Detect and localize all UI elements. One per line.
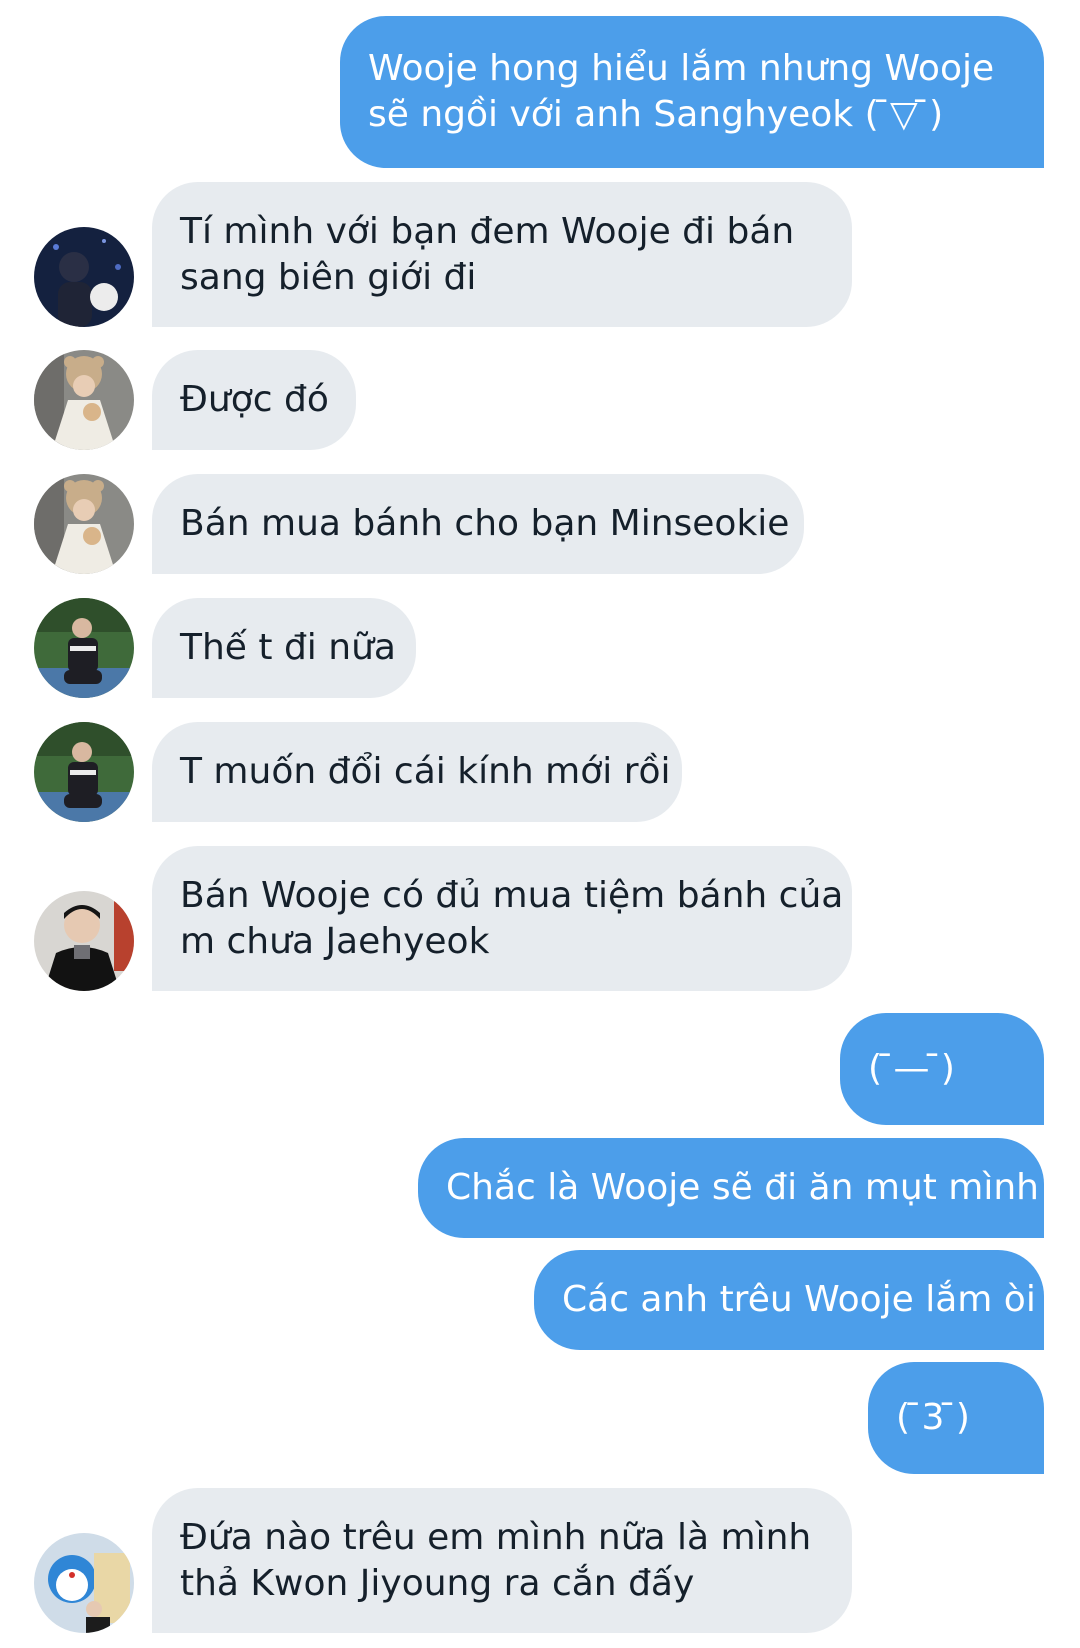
message-text-line: Bán mua bánh cho bạn Minseokie [180,503,790,544]
message-text-line: Thế t đi nữa [180,627,396,668]
avatar-coat-photo[interactable] [34,891,134,991]
message-text-line: T muốn đổi cái kính mới rồi [180,751,671,792]
received-message[interactable]: Tí mình với bạn đem Wooje đi bán sang bi… [152,182,852,327]
received-message[interactable]: Thế t đi nữa [152,598,416,698]
avatar-night-photo[interactable] [34,227,134,327]
avatar-bear-hat-photo[interactable] [34,474,134,574]
message-text-line: Chắc là Wooje sẽ đi ăn mụt mình [446,1167,1039,1208]
received-message[interactable]: Được đó [152,350,356,450]
sent-message[interactable]: Wooje hong hiểu lắm nhưng Wooje sẽ ngồi … [340,16,1044,168]
message-text-line: ( ̄— ̄) [868,1048,955,1089]
message-text-line: Bán Wooje có đủ mua tiệm bánh của [180,874,844,916]
received-message[interactable]: T muốn đổi cái kính mới rồi [152,722,682,822]
message-text-line: thả Kwon Jiyoung ra cắn đấy [180,1562,695,1604]
message-text-line: sang biên giới đi [180,256,477,298]
message-text-line: Đứa nào trêu em mình nữa là mình [180,1516,812,1558]
avatar-bear-hat-photo[interactable] [34,350,134,450]
avatar-park-photo[interactable] [34,722,134,822]
avatar-park-photo[interactable] [34,598,134,698]
avatar-doraemon-photo[interactable] [34,1533,134,1633]
chat-screen: { "messages": [ {"side": "sent", "lines"… [0,0,1080,1648]
message-text-line: Wooje hong hiểu lắm nhưng Wooje [368,48,995,89]
sent-message[interactable]: ( ̄— ̄) [840,1013,1044,1125]
message-text-line: Tí mình với bạn đem Wooje đi bán [180,210,795,252]
received-message[interactable]: Bán mua bánh cho bạn Minseokie [152,474,804,574]
message-text-line: Được đó [180,379,329,420]
sent-message[interactable]: Các anh trêu Wooje lắm òi [534,1250,1044,1350]
message-text-line: m chưa Jaehyeok [180,920,490,962]
message-text-line: Các anh trêu Wooje lắm òi [562,1279,1036,1320]
sent-message[interactable]: Chắc là Wooje sẽ đi ăn mụt mình [418,1138,1044,1238]
message-text-line: ( ̄3 ̄) [896,1397,970,1438]
sent-message[interactable]: ( ̄3 ̄) [868,1362,1044,1474]
received-message[interactable]: Bán Wooje có đủ mua tiệm bánh của m chưa… [152,846,852,991]
message-text-line: sẽ ngồi với anh Sanghyeok ( ̄▽ ̄) [368,94,944,135]
received-message[interactable]: Đứa nào trêu em mình nữa là mình thả Kwo… [152,1488,852,1633]
